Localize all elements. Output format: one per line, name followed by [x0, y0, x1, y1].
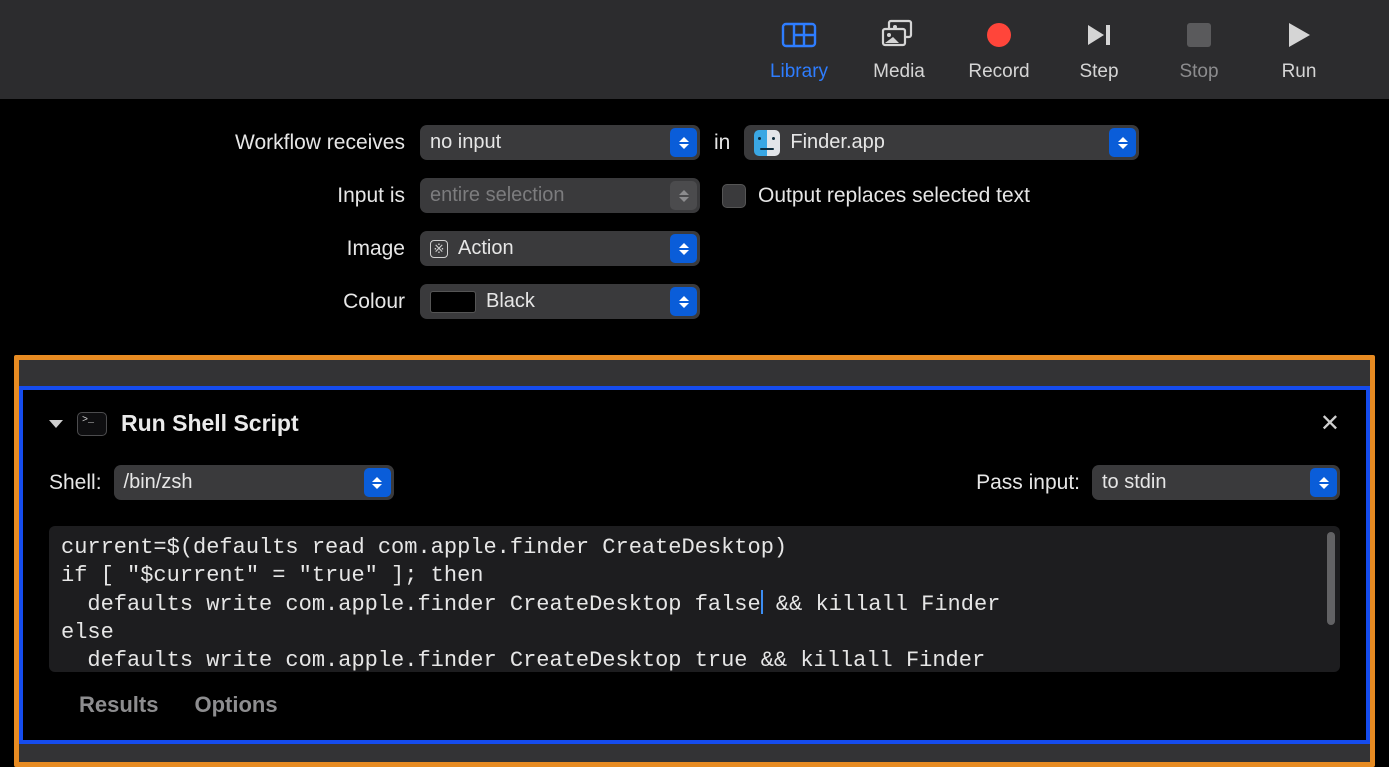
- colour-value: Black: [486, 290, 535, 313]
- application-popup[interactable]: Finder.app: [744, 125, 1139, 160]
- scrollbar[interactable]: [1327, 532, 1335, 625]
- image-value: Action: [458, 237, 514, 260]
- media-label: Media: [873, 61, 925, 83]
- step-button[interactable]: Step: [1049, 17, 1149, 83]
- dropdown-arrows-icon: [670, 287, 697, 316]
- results-tab[interactable]: Results: [79, 692, 158, 718]
- colour-label: Colour: [0, 290, 420, 314]
- library-button[interactable]: Library: [749, 17, 849, 83]
- shell-label: Shell:: [49, 471, 102, 495]
- toolbar: Library Media Record Step: [0, 0, 1389, 99]
- workflow-receives-popup[interactable]: no input: [420, 125, 700, 160]
- action-title: Run Shell Script: [121, 410, 299, 437]
- workflow-receives-label: Workflow receives: [0, 131, 420, 155]
- record-label: Record: [968, 61, 1029, 83]
- run-label: Run: [1282, 61, 1317, 83]
- record-icon: [984, 17, 1014, 53]
- disclosure-chevron-icon[interactable]: [49, 420, 63, 428]
- close-action-button[interactable]: ✕: [1320, 409, 1340, 438]
- input-is-label: Input is: [0, 184, 420, 208]
- pass-input-value: to stdin: [1102, 471, 1166, 494]
- dropdown-arrows-icon: [1109, 128, 1136, 157]
- shell-popup[interactable]: /bin/zsh: [114, 465, 394, 500]
- output-replaces-checkbox[interactable]: [722, 184, 746, 208]
- workflow-receives-value: no input: [430, 131, 501, 154]
- workflow-settings: Workflow receives no input in Finder.app…: [0, 99, 1389, 355]
- input-is-value: entire selection: [430, 184, 565, 207]
- dropdown-arrows-icon: [670, 128, 697, 157]
- pass-input-popup[interactable]: to stdin: [1092, 465, 1340, 500]
- step-icon: [1084, 17, 1114, 53]
- in-label: in: [714, 131, 730, 155]
- record-button[interactable]: Record: [949, 17, 1049, 83]
- output-replaces-label: Output replaces selected text: [758, 184, 1030, 208]
- library-label: Library: [770, 61, 828, 83]
- shell-value: /bin/zsh: [124, 471, 193, 494]
- media-button[interactable]: Media: [849, 17, 949, 83]
- options-tab[interactable]: Options: [194, 692, 277, 718]
- run-icon: [1286, 17, 1312, 53]
- action-card-highlight: Run Shell Script ✕ Shell: /bin/zsh Pass …: [14, 355, 1375, 767]
- input-is-popup: entire selection: [420, 178, 700, 213]
- pass-input-label: Pass input:: [976, 471, 1080, 495]
- stop-button[interactable]: Stop: [1149, 17, 1249, 83]
- action-icon: ※: [430, 240, 448, 258]
- dropdown-arrows-icon: [670, 181, 697, 210]
- dropdown-arrows-icon: [670, 234, 697, 263]
- script-text-pre: current=$(defaults read com.apple.finder…: [61, 535, 787, 617]
- dropdown-arrows-icon: [364, 468, 391, 497]
- stop-icon: [1187, 17, 1211, 53]
- image-popup[interactable]: ※ Action: [420, 231, 700, 266]
- image-label: Image: [0, 237, 420, 261]
- library-icon: [781, 17, 817, 53]
- finder-icon: [754, 130, 780, 156]
- stop-label: Stop: [1179, 61, 1218, 83]
- run-shell-script-action: Run Shell Script ✕ Shell: /bin/zsh Pass …: [19, 386, 1370, 744]
- colour-popup[interactable]: Black: [420, 284, 700, 319]
- dropdown-arrows-icon: [1310, 468, 1337, 497]
- application-value: Finder.app: [790, 131, 885, 154]
- run-button[interactable]: Run: [1249, 17, 1349, 83]
- colour-swatch: [430, 291, 476, 313]
- step-label: Step: [1079, 61, 1118, 83]
- script-textarea[interactable]: current=$(defaults read com.apple.finder…: [49, 526, 1340, 672]
- terminal-icon: [77, 412, 107, 436]
- media-icon: [879, 17, 919, 53]
